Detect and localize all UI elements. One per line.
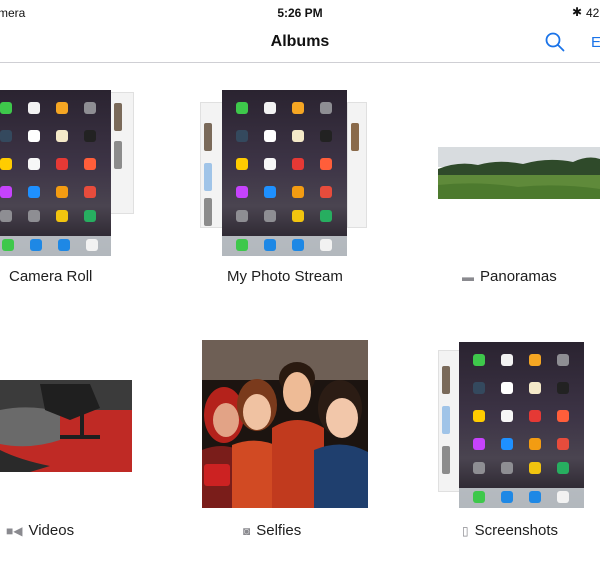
album-cover-thumb — [0, 380, 132, 472]
album-cover-thumb — [0, 90, 111, 256]
search-icon[interactable] — [544, 31, 566, 53]
phone-icon: ▯ — [462, 524, 469, 538]
album-cover-thumb — [202, 340, 368, 508]
album-label: Camera Roll — [9, 268, 93, 285]
album-my-photo-stream[interactable]: My Photo Stream — [195, 62, 375, 302]
album-label: ■◀ Videos — [6, 522, 75, 539]
camera-icon: ◙ — [243, 524, 251, 538]
album-back-thumb — [110, 92, 134, 214]
album-selfies[interactable]: ◙ Selfies — [200, 330, 375, 560]
album-videos[interactable]: ■◀ Videos — [0, 330, 160, 560]
battery-percent: 42 — [586, 6, 600, 20]
album-label: ▯ Screenshots — [462, 522, 558, 539]
edit-button[interactable]: E — [591, 34, 600, 51]
status-time: 5:26 PM — [277, 6, 323, 20]
video-camera-icon: ■◀ — [6, 524, 23, 538]
bluetooth-icon: ✱ — [572, 5, 583, 19]
album-label: ◙ Selfies — [243, 522, 302, 539]
album-label: ▬ Panoramas — [462, 268, 557, 285]
navigation-bar: Albums E — [0, 24, 600, 63]
album-panoramas[interactable]: ▬ Panoramas — [430, 62, 600, 302]
album-label: My Photo Stream — [227, 268, 343, 285]
album-cover-thumb — [222, 90, 347, 256]
album-cover-thumb — [438, 147, 600, 199]
album-back-thumb-right — [347, 102, 367, 228]
page-title: Albums — [270, 33, 330, 50]
panorama-icon: ▬ — [462, 270, 474, 284]
album-screenshots[interactable]: ▯ Screenshots — [430, 330, 600, 560]
album-camera-roll[interactable]: Camera Roll — [0, 62, 160, 302]
album-cover-thumb — [459, 342, 584, 508]
status-bar: mera 5:26 PM ✱ 42 — [0, 0, 600, 24]
